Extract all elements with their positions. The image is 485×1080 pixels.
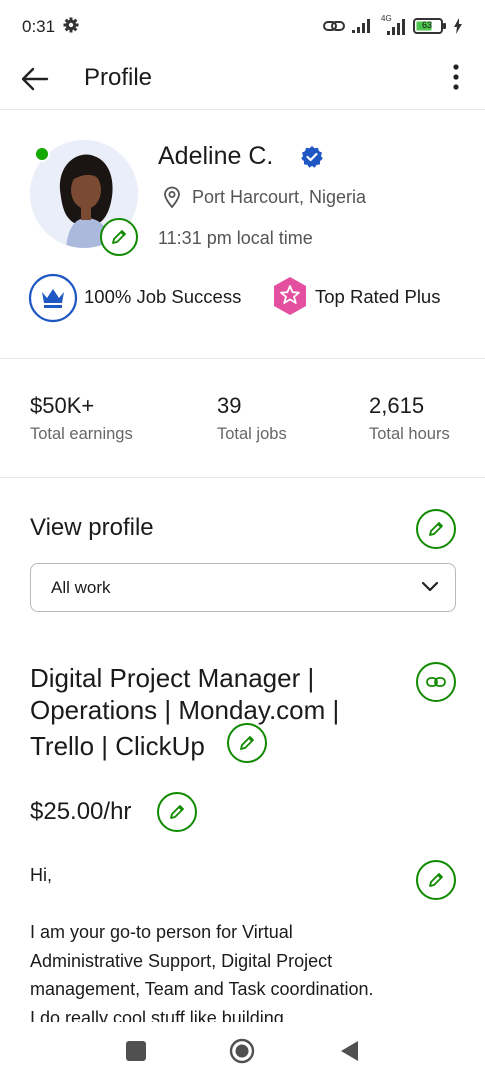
work-filter-dropdown[interactable]: All work xyxy=(30,563,456,612)
charging-bolt-icon xyxy=(454,18,462,34)
overview-line: management, Team and Task coordination. xyxy=(30,979,374,999)
divider xyxy=(0,358,485,359)
signal-icon xyxy=(352,19,370,33)
verified-badge-icon xyxy=(301,146,323,168)
top-rated-plus-icon xyxy=(274,277,306,315)
app-bar: Profile xyxy=(0,54,485,110)
profile-job-title: Digital Project Manager | Operations | M… xyxy=(30,662,410,762)
work-filter-value: All work xyxy=(51,578,111,597)
view-profile-heading: View profile xyxy=(30,514,154,541)
status-time: 0:31 xyxy=(22,17,56,36)
stat-jobs-value: 39 xyxy=(217,393,242,418)
recents-square-icon[interactable] xyxy=(126,1041,146,1061)
pencil-icon xyxy=(170,805,184,819)
pencil-icon xyxy=(429,522,443,536)
stat-jobs-label: Total jobs xyxy=(217,425,287,443)
crown-icon xyxy=(28,273,78,323)
overview-greeting: Hi, xyxy=(30,865,52,885)
pencil-icon xyxy=(112,230,126,244)
divider xyxy=(0,477,485,478)
battery-icon: 63 xyxy=(413,18,447,34)
settings-gear-icon xyxy=(63,17,79,33)
job-success-badge: 100% Job Success xyxy=(84,286,242,307)
job-title-line: Operations | Monday.com | xyxy=(30,695,340,725)
profile-location: Port Harcourt, Nigeria xyxy=(192,187,367,207)
stat-earnings-label: Total earnings xyxy=(30,425,133,443)
link-icon xyxy=(323,21,345,31)
more-options-icon[interactable] xyxy=(449,62,463,92)
link-icon xyxy=(426,677,446,687)
location-pin-icon xyxy=(164,186,180,208)
pencil-icon xyxy=(240,736,254,750)
system-nav-bar xyxy=(0,1024,485,1080)
copy-link-button[interactable] xyxy=(416,662,456,702)
edit-overview-button[interactable] xyxy=(416,860,456,900)
overview-line: I do really cool stuff like building xyxy=(30,1007,284,1023)
pencil-icon xyxy=(429,873,443,887)
job-title-line: Digital Project Manager | xyxy=(30,663,315,693)
top-rated-badge: Top Rated Plus xyxy=(315,286,441,307)
edit-photo-button[interactable] xyxy=(100,218,138,256)
overview-line: I am your go-to person for Virtual xyxy=(30,922,293,942)
signal-4g-icon: 4G xyxy=(379,14,407,36)
profile-name: Adeline C. xyxy=(158,142,274,170)
back-arrow-icon[interactable] xyxy=(20,64,50,94)
edit-view-profile-button[interactable] xyxy=(416,509,456,549)
hourly-rate: $25.00/hr xyxy=(30,798,132,825)
overview-line: Administrative Support, Digital Project xyxy=(30,950,333,971)
status-bar: 0:31 4G 63 xyxy=(0,0,485,54)
profile-avatar-container xyxy=(30,140,140,256)
stat-hours-label: Total hours xyxy=(369,425,450,443)
stat-earnings-value: $50K+ xyxy=(30,393,95,418)
profile-local-time: 11:31 pm local time xyxy=(158,228,313,248)
job-title-line: Trello | ClickUp xyxy=(30,731,205,761)
back-triangle-icon[interactable] xyxy=(338,1039,360,1063)
home-circle-icon[interactable] xyxy=(229,1038,255,1064)
online-status-dot xyxy=(34,146,50,162)
chevron-down-icon xyxy=(421,581,439,592)
overview-text: I am your go-to person for Virtual Admin… xyxy=(30,918,430,1022)
battery-level: 63 xyxy=(422,20,433,30)
edit-rate-button[interactable] xyxy=(157,792,197,832)
stat-hours-value: 2,615 xyxy=(369,393,425,418)
edit-title-button[interactable] xyxy=(227,723,267,763)
page-title: Profile xyxy=(84,64,153,91)
